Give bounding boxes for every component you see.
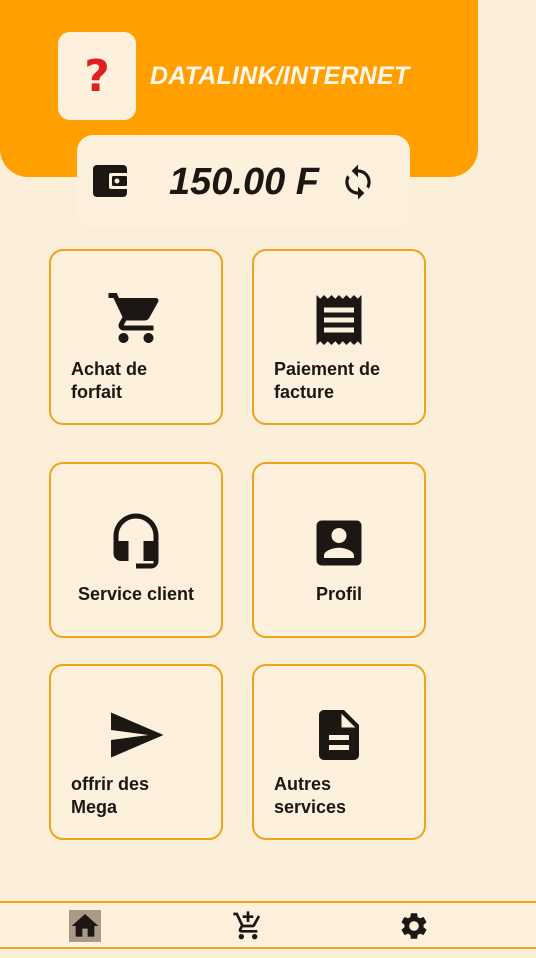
contact-icon <box>316 520 362 566</box>
bottom-navigation <box>0 901 536 949</box>
tile-label: Profil <box>315 584 362 604</box>
tile-label: Service client <box>77 584 195 604</box>
refresh-icon[interactable] <box>339 163 377 201</box>
tile-customer-service[interactable]: Service client <box>49 462 223 638</box>
tile-label-line1: Autres <box>274 774 332 794</box>
question-mark-icon: ? <box>84 50 110 102</box>
headset-icon <box>113 513 159 569</box>
tile-label-line2: forfait <box>71 382 122 402</box>
tile-other-services[interactable]: Autres services <box>252 664 426 840</box>
document-icon <box>319 710 359 760</box>
tile-buy-package[interactable]: Achat de forfait <box>49 249 223 425</box>
tile-label-line2: services <box>274 797 347 817</box>
tile-gift-mega[interactable]: offrir des Mega <box>49 664 223 840</box>
wallet-icon <box>93 165 129 197</box>
tile-label-line1: offrir des <box>71 774 150 794</box>
balance-card: 150.00 F <box>77 135 410 227</box>
tile-label-line2: facture <box>274 382 335 402</box>
cart-icon <box>108 293 159 343</box>
balance-amount: 150.00 F <box>169 161 319 203</box>
home-icon[interactable] <box>69 910 101 942</box>
tile-profile[interactable]: Profil <box>252 462 426 638</box>
tile-bill-payment[interactable]: Paiement de facture <box>252 249 426 425</box>
tile-label-line1: Achat de <box>71 359 148 379</box>
tile-label-line2: Mega <box>71 797 118 817</box>
receipt-icon <box>316 295 362 345</box>
send-icon <box>111 712 164 758</box>
gear-icon[interactable] <box>398 910 430 942</box>
tile-label-line1: Paiement de <box>274 359 381 379</box>
app-logo: ? <box>58 32 136 120</box>
app-title: DATALINK/INTERNET <box>150 62 410 90</box>
add-cart-icon[interactable] <box>232 910 264 942</box>
